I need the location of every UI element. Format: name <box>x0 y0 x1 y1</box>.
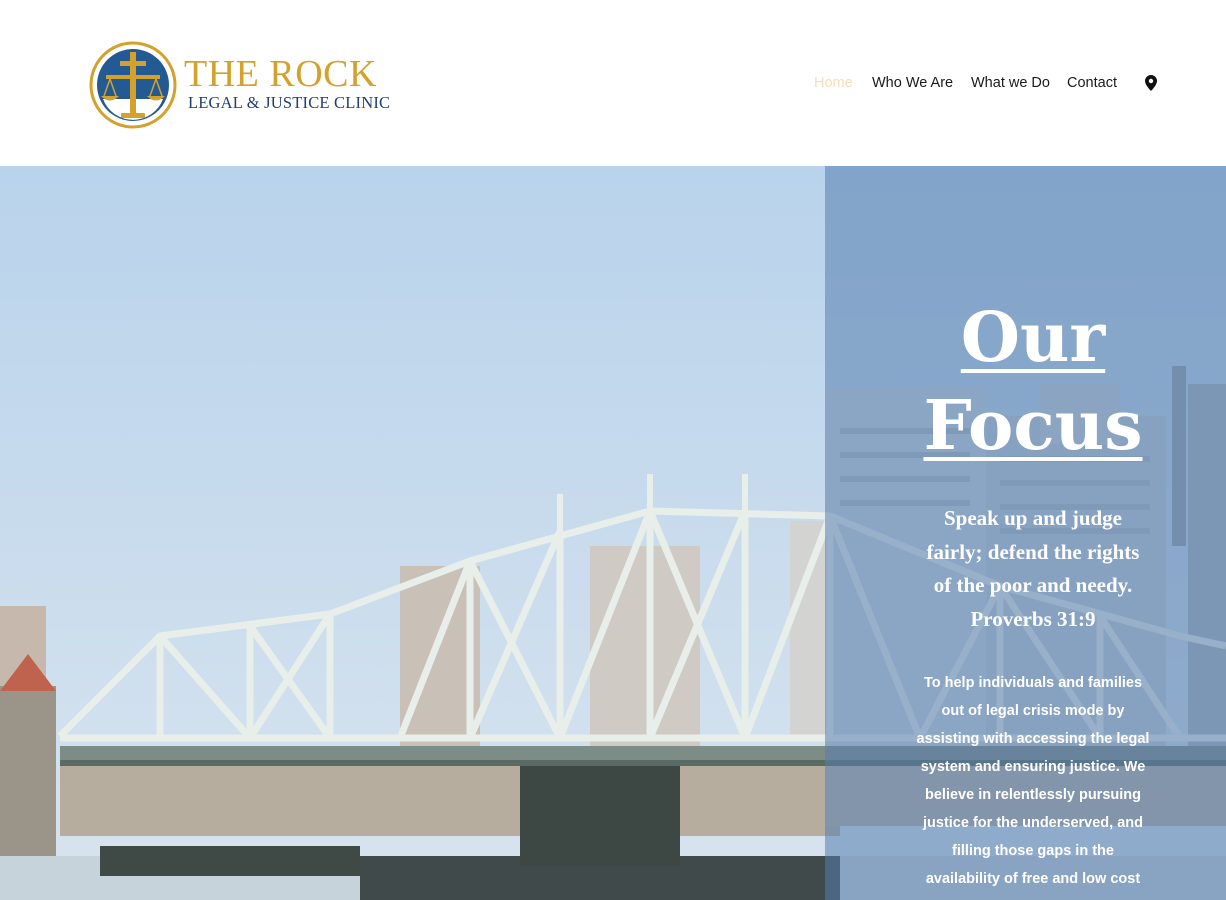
nav-who-we-are[interactable]: Who We Are <box>872 72 953 94</box>
focus-heading-line: Focus <box>923 386 1143 466</box>
nav-what-we-do[interactable]: What we Do <box>971 72 1050 94</box>
mission-line: out of legal crisis mode by <box>941 703 1125 719</box>
mission-line: system and ensuring justice. We <box>920 759 1146 775</box>
mission-line: believe in relentlessly pursuing <box>925 787 1141 803</box>
brand-subtitle: LEGAL & JUSTICE CLINIC <box>188 93 391 112</box>
verse-line: Speak up and judge <box>944 506 1122 530</box>
site-header: THE ROCK LEGAL & JUSTICE CLINIC Home Who… <box>0 0 1226 166</box>
verse-reference: Proverbs 31:9 <box>970 606 1096 631</box>
map-pin-icon[interactable] <box>1145 75 1157 91</box>
focus-heading: Our Focus <box>825 294 1226 470</box>
mission-line: To help individuals and families <box>923 675 1143 691</box>
nav-contact[interactable]: Contact <box>1067 72 1117 94</box>
nav-home[interactable]: Home <box>814 72 853 94</box>
mission-line: justice for the underserved, and <box>923 815 1143 831</box>
focus-heading-line: Our <box>960 298 1106 378</box>
hero-section: Our Focus Speak up and judge fairly; def… <box>0 166 1226 900</box>
mission-statement: To help individuals and families out of … <box>825 669 1226 893</box>
mission-line: availability of free and low cost <box>925 871 1141 887</box>
focus-panel: Our Focus Speak up and judge fairly; def… <box>825 166 1226 900</box>
main-nav: Home Who We Are What we Do Contact <box>0 72 1226 94</box>
verse-line: of the poor and needy. <box>933 573 1133 597</box>
mission-line: filling those gaps in the <box>952 843 1114 859</box>
mission-line: assisting with accessing the legal <box>916 731 1150 747</box>
scripture-verse: Speak up and judge fairly; defend the ri… <box>825 502 1226 636</box>
verse-line: fairly; defend the rights <box>926 539 1140 564</box>
